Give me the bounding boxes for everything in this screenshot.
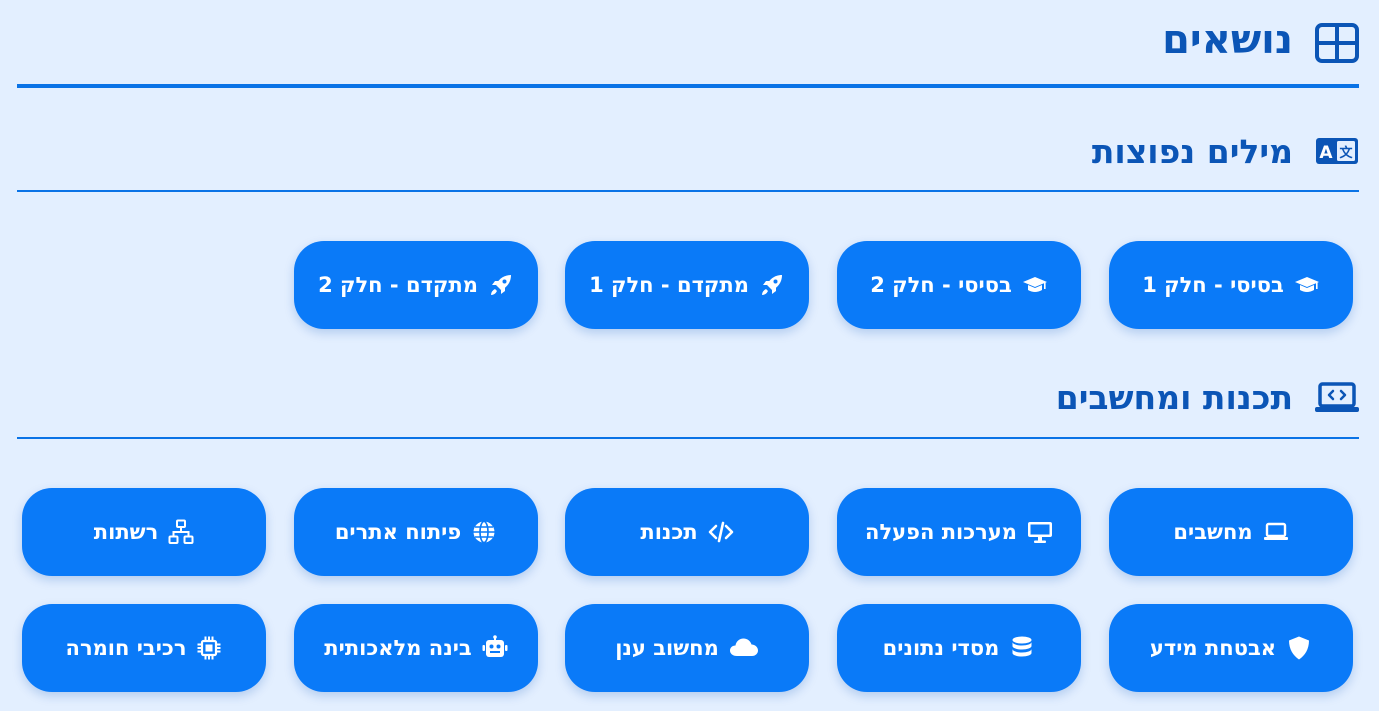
section-common-words-header: A 文 מילים נפוצות <box>17 112 1359 192</box>
button-label: אבטחת מידע <box>1149 636 1277 660</box>
grid-icon <box>1315 23 1359 63</box>
desktop-icon <box>1027 522 1052 543</box>
button-label: מחשבים <box>1173 520 1253 544</box>
artificial-intelligence-button[interactable]: בינה מלאכותית <box>294 604 538 692</box>
shield-icon <box>1289 636 1310 660</box>
button-label: בסיסי - חלק 2 <box>870 273 1012 297</box>
computers-button[interactable]: מחשבים <box>1109 488 1353 576</box>
operating-systems-button[interactable]: מערכות הפעלה <box>837 488 1081 576</box>
section-title: מילים נפוצות <box>1091 131 1293 171</box>
web-development-button[interactable]: פיתוח אתרים <box>294 488 538 576</box>
button-label: רכיבי חומרה <box>65 636 187 660</box>
cloud-computing-button[interactable]: מחשוב ענן <box>565 604 809 692</box>
laptop-code-icon <box>1315 381 1359 412</box>
information-security-button[interactable]: אבטחת מידע <box>1109 604 1353 692</box>
section-programming-header: תכנות ומחשבים <box>17 358 1359 439</box>
rocket-icon <box>490 275 511 295</box>
code-icon <box>708 521 733 543</box>
button-label: מתקדם - חלק 1 <box>589 273 749 297</box>
hardware-components-button[interactable]: רכיבי חומרה <box>22 604 266 692</box>
svg-text:A: A <box>1319 143 1333 163</box>
graduation-cap-icon <box>1294 277 1319 292</box>
button-label: מסדי נתונים <box>882 636 1000 660</box>
section-title: תכנות ומחשבים <box>1055 378 1293 417</box>
graduation-cap-icon <box>1022 277 1047 292</box>
rocket-icon <box>761 275 782 295</box>
network-icon <box>168 519 194 544</box>
button-label: מערכות הפעלה <box>865 520 1017 544</box>
svg-text:文: 文 <box>1339 145 1353 161</box>
page-title: נושאים <box>1162 17 1293 63</box>
database-icon <box>1012 636 1032 657</box>
button-label: בינה מלאכותית <box>324 636 472 660</box>
cloud-icon <box>729 638 758 656</box>
advanced-part-1-button[interactable]: מתקדם - חלק 1 <box>565 241 809 329</box>
basic-part-1-button[interactable]: בסיסי - חלק 1 <box>1109 241 1353 329</box>
globe-icon <box>473 520 495 544</box>
topics-header: נושאים <box>17 0 1359 88</box>
programming-button[interactable]: תכנות <box>565 488 809 576</box>
button-label: בסיסי - חלק 1 <box>1142 273 1284 297</box>
networks-button[interactable]: רשתות <box>22 488 266 576</box>
laptop-icon <box>1263 522 1288 540</box>
button-label: מחשוב ענן <box>615 636 719 660</box>
databases-button[interactable]: מסדי נתונים <box>837 604 1081 692</box>
robot-icon <box>482 635 508 657</box>
basic-part-2-button[interactable]: בסיסי - חלק 2 <box>837 241 1081 329</box>
advanced-part-2-button[interactable]: מתקדם - חלק 2 <box>294 241 538 329</box>
button-label: רשתות <box>93 520 159 544</box>
button-label: מתקדם - חלק 2 <box>318 273 478 297</box>
translate-icon: A 文 <box>1316 138 1358 164</box>
button-label: פיתוח אתרים <box>334 520 462 544</box>
topics-page: נושאים A 文 מילים נפוצות בסיסי - חלק 1 בס… <box>0 0 1379 711</box>
microchip-icon <box>197 636 221 660</box>
button-label: תכנות <box>640 520 698 544</box>
